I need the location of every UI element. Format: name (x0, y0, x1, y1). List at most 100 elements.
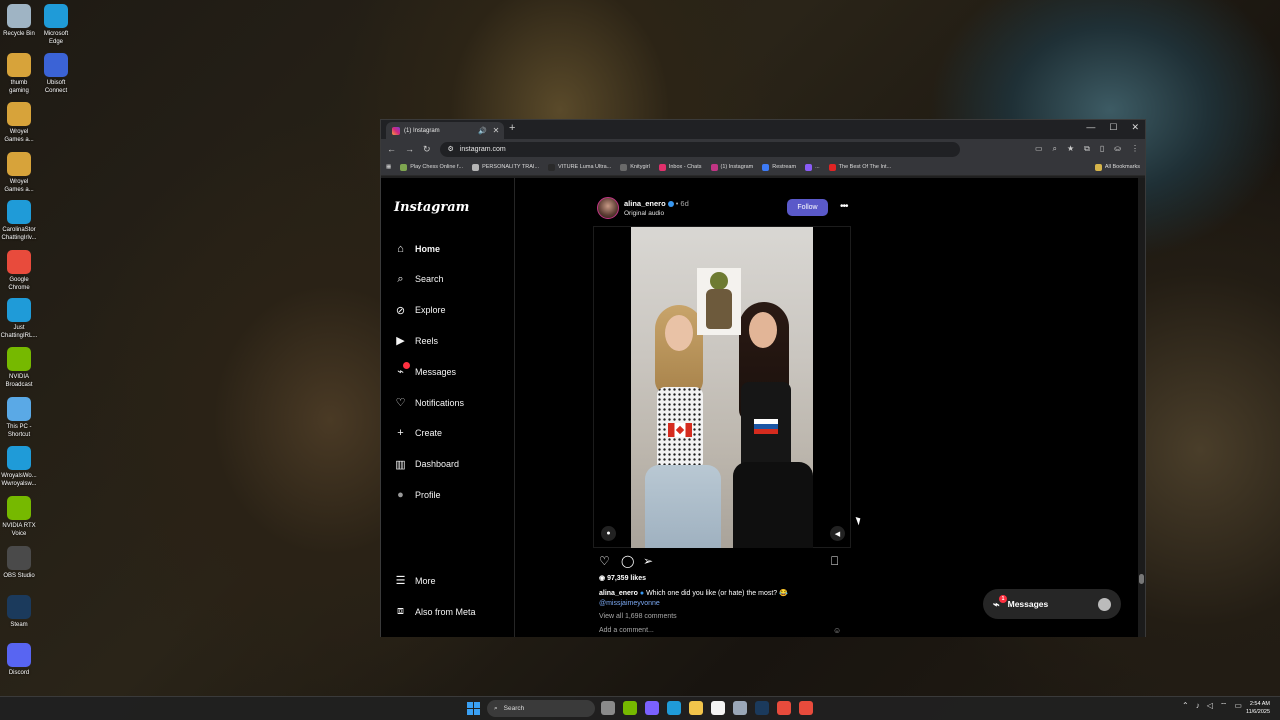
taskbar-search[interactable]: ⌕ Search (487, 700, 595, 717)
emoji-icon[interactable]: ☺ (833, 626, 841, 635)
likes-count[interactable]: ◉ 97,359 likes (599, 574, 646, 582)
forward-icon[interactable]: → (405, 144, 414, 154)
mute-icon[interactable]: ◀ (830, 526, 845, 541)
close-tab-icon[interactable]: ✕ (491, 126, 501, 135)
bookmark-item[interactable]: Knitygirl (620, 163, 650, 171)
desktop-icon[interactable]: Google Chrome (0, 250, 38, 292)
nav-more[interactable]: ☰ More (394, 574, 436, 587)
reload-icon[interactable]: ↻ (423, 144, 431, 155)
profile-icon[interactable]: ⛀ (1114, 144, 1121, 154)
sidepanel-icon[interactable]: ▯ (1100, 144, 1104, 154)
file-explorer-icon[interactable] (689, 701, 703, 715)
messages-pill[interactable]: ⌁ 1 Messages (983, 589, 1121, 619)
volume-icon[interactable]: ◁ (1207, 701, 1213, 711)
speaker-icon[interactable]: 🔊 (478, 127, 487, 135)
nav-also-from-meta[interactable]: ⧈ Also from Meta (394, 605, 476, 618)
desktop-icon[interactable]: Steam (0, 595, 38, 629)
close-window-icon[interactable]: ✕ (1131, 122, 1139, 133)
desktop-icon[interactable]: OBS Studio (0, 546, 38, 580)
bookmark-item[interactable]: Play Chess Online f... (400, 163, 463, 171)
start-button[interactable] (467, 702, 480, 715)
wifi-icon[interactable]: ⌔ (1220, 701, 1228, 711)
avatar[interactable] (597, 197, 619, 219)
bookmark-item[interactable]: (1) Instagram (710, 163, 753, 171)
tool-icon[interactable] (777, 701, 791, 715)
more-options-icon[interactable]: ••• (840, 201, 848, 212)
comment-icon[interactable]: ◯ (621, 554, 634, 568)
bookmark-item[interactable]: Inbox - Chats (658, 163, 702, 171)
copilot-icon[interactable] (645, 701, 659, 715)
cast-icon[interactable]: ▭ (1035, 144, 1043, 154)
nav-home[interactable]: ⌂ Home (394, 242, 440, 255)
scrollbar-thumb[interactable] (1139, 574, 1144, 584)
minimize-icon[interactable]: — (1086, 122, 1095, 133)
extensions-icon[interactable]: ⧉ (1084, 144, 1090, 154)
chevron-up-icon[interactable]: ⌃ (1182, 701, 1189, 711)
mic-icon[interactable]: ♪ (1196, 701, 1200, 711)
steam-icon[interactable] (755, 701, 769, 715)
desktop-icon[interactable]: Discord (0, 643, 38, 677)
view-all-comments[interactable]: View all 1,698 comments (599, 613, 677, 620)
chrome-icon[interactable] (799, 701, 813, 715)
desktop-icon[interactable]: Ubisoft Connect (37, 53, 75, 95)
desktop-icon[interactable]: NVIDIA RTX Voice (0, 496, 38, 538)
desktop-icon[interactable]: NVIDIA Broadcast (0, 347, 38, 389)
bookmark-star-icon[interactable]: ★ (1067, 144, 1074, 154)
settings-icon[interactable] (733, 701, 747, 715)
bookmark-item[interactable]: The Best Of The Int... (828, 163, 891, 171)
nvidia-icon[interactable] (623, 701, 637, 715)
site-info-icon[interactable]: ⚙ (448, 145, 454, 153)
omnibox[interactable]: ⚙ instagram.com (439, 141, 960, 157)
nav-explore[interactable]: ⊘ Explore (394, 304, 446, 317)
desktop-icon[interactable]: Wroyel Games a... (0, 152, 38, 194)
like-heart-icon[interactable]: ♡ (599, 554, 610, 568)
save-bookmark-icon[interactable]: ⎕ (831, 554, 838, 569)
hamburger-icon: ☰ (395, 575, 406, 587)
bookmark-item[interactable]: VITURE Luma Ultra... (548, 163, 611, 171)
nav-search[interactable]: ⌕ Search (394, 273, 443, 286)
clock[interactable]: 2:54 AM 11/6/2025 (1246, 700, 1270, 716)
post-audio[interactable]: Original audio (624, 210, 664, 217)
nav-reels[interactable]: ▶ Reels (394, 334, 438, 347)
bookmark-item[interactable]: Restream (762, 163, 797, 171)
nav-create[interactable]: + Create (394, 427, 442, 440)
bookmark-item[interactable]: PERSONALITY TRAI... (472, 163, 539, 171)
bookmark-all[interactable]: All Bookmarks (1094, 163, 1140, 171)
desktop-icon[interactable]: CarolinaStor ChattingIrlv... (0, 200, 38, 242)
apps-icon[interactable]: ▦ (386, 164, 391, 170)
post-media[interactable]: ● ◀ (593, 226, 851, 548)
back-icon[interactable]: ← (387, 144, 396, 154)
network-icon[interactable]: ▭ (1234, 701, 1242, 711)
edge-icon[interactable] (667, 701, 681, 715)
share-icon[interactable]: ➢ (643, 554, 653, 568)
nav-dashboard[interactable]: ▥ Dashboard (394, 458, 459, 471)
tab-instagram[interactable]: (1) Instagram 🔊 ✕ (386, 122, 504, 139)
nav-messages[interactable]: ⌁ Messages (394, 362, 456, 378)
desktop-icon[interactable]: Recycle Bin (0, 4, 38, 38)
menu-icon[interactable]: ⋮ (1131, 144, 1139, 154)
task-view-icon[interactable] (601, 701, 615, 715)
nav-notifications[interactable]: ♡ Notifications (394, 396, 464, 409)
caption-mention[interactable]: @missjaimeyvonne (599, 600, 660, 607)
maximize-icon[interactable]: ☐ (1109, 122, 1117, 133)
desktop-icon[interactable]: thumb gaming (0, 53, 38, 95)
tagged-users-icon[interactable]: ● (601, 526, 616, 541)
bookmark-item[interactable]: ... (805, 163, 820, 171)
caption-username[interactable]: alina_enero (599, 590, 638, 597)
zoom-icon[interactable]: ⌕ (1053, 144, 1057, 154)
desktop-icon[interactable]: This PC - Shortcut (0, 397, 38, 439)
desktop-icon[interactable]: Microsoft Edge (37, 4, 75, 46)
nav-profile[interactable]: ● Profile (394, 488, 440, 501)
video-frame[interactable] (631, 227, 813, 548)
store-icon[interactable] (711, 701, 725, 715)
desktop-icon[interactable]: WroyalsWo... Wwroyalsw... (0, 446, 38, 488)
add-comment-input[interactable]: Add a comment... (599, 627, 654, 634)
page-scrollbar[interactable] (1138, 178, 1145, 637)
bookmark-label: Restream (772, 164, 797, 170)
post-username[interactable]: alina_enero • 6d (624, 199, 689, 208)
desktop-icon[interactable]: Wroyel Games a... (0, 102, 38, 144)
follow-button[interactable]: Follow (787, 199, 828, 216)
new-tab-button[interactable]: + (509, 122, 515, 134)
desktop-icon[interactable]: Just ChattingIRL... (0, 298, 38, 340)
instagram-logo[interactable]: Instagram (394, 200, 469, 215)
